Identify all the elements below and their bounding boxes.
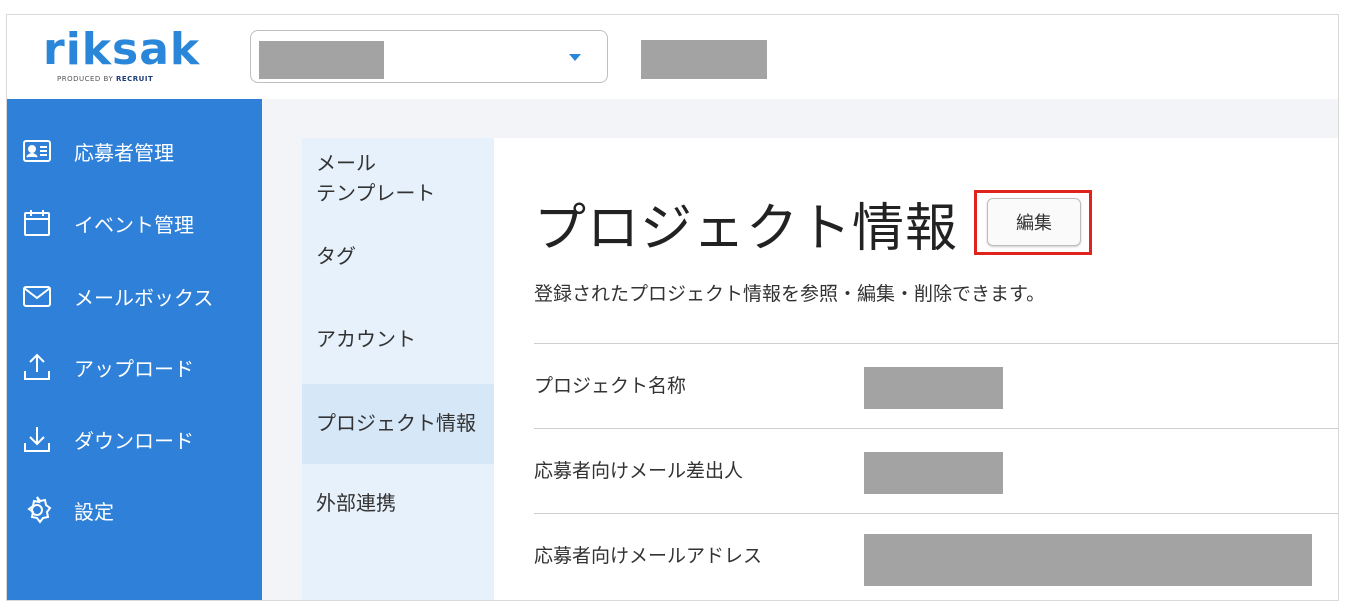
edit-button[interactable]: 編集 xyxy=(987,198,1081,246)
gear-icon xyxy=(21,494,53,526)
subnav-item-label-line2: テンプレート xyxy=(316,181,436,205)
sidebar-item-events[interactable]: イベント管理 xyxy=(7,198,262,248)
riksak-logo[interactable]: riksak PRODUCED BY RECRUIT xyxy=(41,25,201,89)
subnav-item-label: プロジェクト情報 xyxy=(316,411,476,435)
header-info-redacted xyxy=(641,40,767,79)
sidebar-item-settings[interactable]: 設定 xyxy=(7,485,262,535)
logo-text: riksak xyxy=(43,24,201,75)
table-row: 応募者向けメール差出人 xyxy=(534,428,1338,513)
table-row: 応募者向けメールアドレス xyxy=(534,513,1338,598)
subnav-item-tags[interactable]: タグ xyxy=(302,241,494,271)
subnav-item-label-line1: メール xyxy=(316,151,376,175)
chevron-down-icon xyxy=(569,54,581,61)
sidebar-item-label: ダウンロード xyxy=(74,428,194,453)
app-window: riksak PRODUCED BY RECRUIT 応募者管理 イベント管理 … xyxy=(6,14,1339,601)
upload-icon xyxy=(21,351,53,383)
subnav-item-label: 外部連携 xyxy=(316,491,396,515)
mail-icon xyxy=(21,280,53,312)
logo-sub-brand: RECRUIT xyxy=(115,75,154,83)
row-value-redacted xyxy=(864,534,1312,586)
top-header: riksak PRODUCED BY RECRUIT xyxy=(7,15,1338,99)
sidebar-item-label: 応募者管理 xyxy=(74,140,174,165)
subnav-item-account[interactable]: アカウント xyxy=(302,324,494,354)
subnav-item-project-info[interactable]: プロジェクト情報 xyxy=(302,384,494,464)
project-selector[interactable] xyxy=(250,30,608,83)
page-title: プロジェクト情報 xyxy=(534,199,959,259)
calendar-icon xyxy=(21,207,53,239)
subnav-item-label: アカウント xyxy=(316,327,416,351)
subnav-item-integrations[interactable]: 外部連携 xyxy=(302,488,494,518)
row-value-redacted xyxy=(864,452,1003,494)
row-value-redacted xyxy=(864,367,1003,409)
page-description: 登録されたプロジェクト情報を参照・編集・削除できます。 xyxy=(534,283,1046,305)
settings-subnav: メール テンプレート タグ アカウント プロジェクト情報 外部連携 xyxy=(302,138,494,600)
sidebar-item-mailbox[interactable]: メールボックス xyxy=(7,271,262,321)
project-selector-value-redacted xyxy=(259,41,384,79)
row-label: 応募者向けメール差出人 xyxy=(534,460,744,482)
sidebar-item-applicants[interactable]: 応募者管理 xyxy=(7,126,262,176)
sidebar-item-label: アップロード xyxy=(74,356,194,381)
project-info-panel: プロジェクト情報 編集 登録されたプロジェクト情報を参照・編集・削除できます。 … xyxy=(494,138,1338,600)
table-row: プロジェクト名称 xyxy=(534,343,1338,428)
sidebar-item-label: 設定 xyxy=(74,499,114,524)
id-card-icon xyxy=(21,135,53,167)
sidebar: 応募者管理 イベント管理 メールボックス アップロード ダウンロード 設定 xyxy=(7,99,262,600)
sidebar-item-download[interactable]: ダウンロード xyxy=(7,414,262,464)
subnav-item-label: タグ xyxy=(316,244,356,268)
sidebar-item-upload[interactable]: アップロード xyxy=(7,342,262,392)
logo-subtitle: PRODUCED BY RECRUIT xyxy=(57,75,153,83)
logo-sub-prefix: PRODUCED BY xyxy=(57,75,114,83)
sidebar-item-label: イベント管理 xyxy=(74,212,194,237)
row-label: プロジェクト名称 xyxy=(534,375,687,397)
download-icon xyxy=(21,423,53,455)
row-label: 応募者向けメールアドレス xyxy=(534,545,763,567)
subnav-item-mail-template[interactable]: メール テンプレート xyxy=(302,148,494,208)
sidebar-item-label: メールボックス xyxy=(74,285,214,310)
